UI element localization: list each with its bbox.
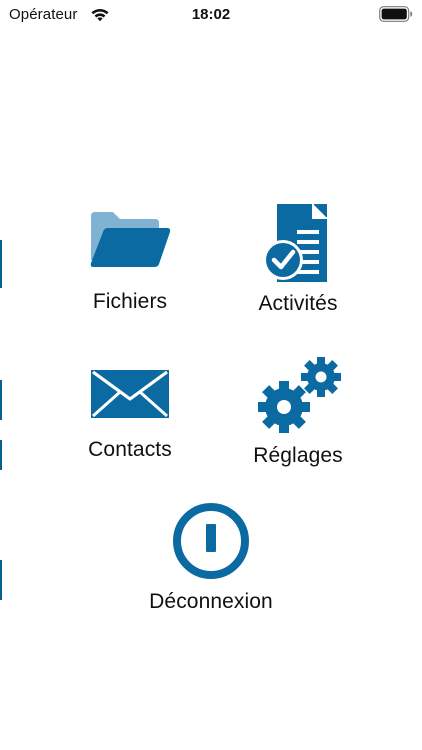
- status-time: 18:02: [191, 6, 231, 23]
- gears-icon: [258, 357, 341, 433]
- menu-label-fichiers: Fichiers: [92, 290, 168, 313]
- power-icon: [173, 503, 249, 579]
- battery-full-icon: [379, 6, 413, 22]
- menu-label-contacts: Contacts: [88, 438, 172, 461]
- menu-label-deconnexion: Déconnexion: [149, 590, 273, 613]
- menu-item-reglages[interactable]: Réglages: [218, 356, 378, 468]
- menu-item-activites[interactable]: Activités: [218, 200, 378, 316]
- menu-item-contacts[interactable]: Contacts: [50, 368, 210, 462]
- menu-label-reglages: Réglages: [253, 444, 343, 467]
- menu-label-activites: Activités: [258, 292, 338, 315]
- checklist-document-icon: [263, 204, 327, 282]
- menu-item-deconnexion[interactable]: Déconnexion: [131, 500, 291, 614]
- envelope-icon: [91, 370, 169, 418]
- left-edge-decoration: [0, 30, 2, 750]
- menu-item-fichiers[interactable]: Fichiers: [50, 210, 210, 314]
- status-bar: Opérateur 18:02: [0, 0, 422, 30]
- folder-icon: [90, 212, 171, 267]
